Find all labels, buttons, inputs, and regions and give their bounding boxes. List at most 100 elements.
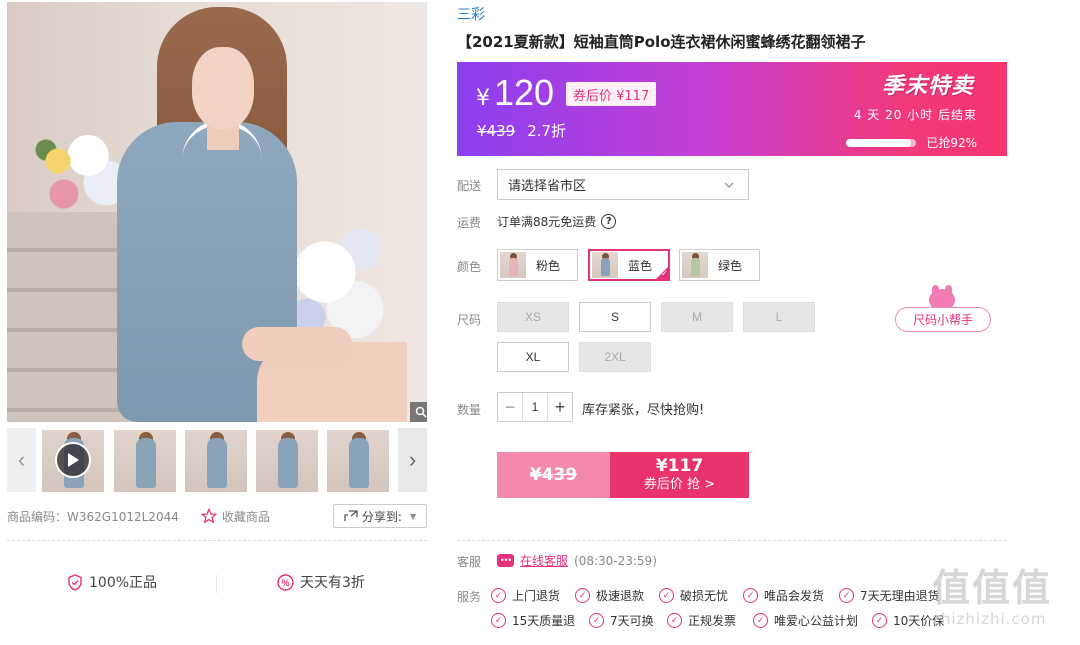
region-select[interactable]: 请选择省市区 [497,169,749,200]
star-icon [200,508,217,524]
divider [7,540,427,541]
service-item: ✓ 15天质量退 [491,612,575,629]
color-option-green[interactable]: 绿色 [679,249,760,281]
percent-icon: % [277,573,294,591]
color-option-blue[interactable]: 蓝色 ✓ [588,249,670,281]
quantity-input[interactable]: 1 [522,393,548,421]
thumbnail[interactable] [327,430,389,492]
favorite-label: 收藏商品 [221,509,270,524]
promise-authentic: 100%正品 [67,572,157,592]
chat-icon: ••• [497,554,514,567]
thumb-prev-button[interactable]: ‹ [7,428,36,492]
service-item: ✓ 7天可换 [589,612,654,629]
service-item: ✓ 唯品会发货 [743,587,824,604]
model-face [192,47,254,129]
chevron-down-icon: ▼ [409,511,417,521]
size-option-s[interactable]: S [579,302,651,332]
buy-price: ¥117 [655,456,704,476]
countdown-timer: 4 天 20 小时 后结束 [853,108,977,122]
buy-original-price: ¥439 [497,452,610,498]
size-option-xs: XS [497,302,569,332]
online-service-link[interactable]: 在线客服 [520,552,568,569]
thumbnail-strip: ‹ › [7,428,427,492]
size-helper-label: 尺码小帮手 [895,307,991,332]
watermark-url: zhizhizhi.com [932,610,1047,628]
check-icon: ✓ [491,613,506,628]
price-banner: ¥ 120 券后价 ¥117 ¥439 2.7折 季末特卖 4 天 20 小时 … [457,62,1007,156]
divider [457,540,1007,541]
service-item: ✓ 极速退款 [575,587,644,604]
current-price: ¥ 120 [476,72,554,114]
plus-button[interactable]: + [548,393,572,421]
brand-link[interactable]: 三彩 [457,4,485,24]
color-label: 颜色 [457,260,482,274]
check-icon: ✓ [659,588,674,603]
check-icon: ✓ [589,613,604,628]
favorite-button[interactable]: 收藏商品 [200,508,270,525]
sold-label: 已抢92% [926,136,977,150]
check-icon: ✓ [753,613,768,628]
size-helper-button[interactable]: 尺码小帮手 [895,285,991,332]
svg-text:%: % [281,578,289,588]
progress-bar [846,138,917,147]
shipping-info: 订单满88元免运费 ? [497,213,617,230]
original-price: ¥439 [477,121,516,140]
play-icon[interactable] [55,442,91,478]
shield-icon [68,573,82,591]
service-item: ✓ 唯爱心公益计划 [753,612,858,629]
size-option-xl[interactable]: XL [497,342,569,372]
buy-action-label: 券后价 抢 > [643,477,716,492]
delivery-label: 配送 [457,179,482,193]
price-value: 120 [494,72,555,113]
check-icon: ✓ [575,588,590,603]
service-item: ✓ 正规发票 [667,612,736,629]
check-icon: ✓ [743,588,758,603]
discount-rate: 2.7折 [527,122,567,140]
minus-button[interactable]: − [498,393,522,421]
currency-symbol: ¥ [476,86,490,111]
zoom-icon[interactable] [410,402,427,422]
model-arm [242,327,352,361]
product-title: 【2021夏新款】短袖直筒Polo连衣裙休闲蜜蜂绣花翻领裙子 [457,33,866,51]
thumbnail[interactable] [114,430,176,492]
thumbnail[interactable] [256,430,318,492]
share-icon [344,510,358,521]
size-option-m: M [661,302,733,332]
share-button[interactable]: 分享到: ▼ [333,504,427,528]
shipping-text: 订单满88元免运费 [497,215,597,229]
share-label: 分享到: [361,509,402,524]
thumb-next-button[interactable]: › [398,428,427,492]
check-icon: ✓ [491,588,506,603]
divider [216,575,217,593]
size-option-2xl: 2XL [579,342,651,372]
customer-service-row: ••• 在线客服 (08:30-23:59) [497,552,657,569]
service-item: ✓ 上门退货 [491,587,560,604]
customer-service-label: 客服 [457,555,482,569]
coupon-price-tag: 券后价 ¥117 [566,82,657,106]
shipping-label: 运费 [457,216,482,230]
promise-label: 天天有3折 [300,575,365,591]
help-icon[interactable]: ? [601,214,617,229]
buy-coupon-action[interactable]: ¥117 券后价 抢 > [610,452,749,498]
sold-progress: 已抢92% [846,134,977,151]
product-meta-row: 商品编码：W362G1012L2044 收藏商品 分享到: ▼ [7,503,427,529]
site-watermark: 值值值 zhizhizhi.com [932,566,1072,636]
color-swatch [592,252,618,278]
service-label: 服务 [457,590,482,604]
region-select-value: 请选择省市区 [508,179,587,194]
quantity-stepper: − 1 + [497,392,573,422]
size-option-l: L [743,302,815,332]
event-title: 季末特卖 [881,74,974,99]
service-item: ✓ 7天无理由退货 [839,587,940,604]
color-option-label: 粉色 [536,258,561,273]
progress-fill [846,138,911,147]
check-icon: ✓ [839,588,854,603]
buy-button[interactable]: ¥439 ¥117 券后价 抢 > [497,452,749,498]
watermark-logo: 值值值 [932,566,1053,610]
color-option-label: 绿色 [718,258,743,273]
color-option-pink[interactable]: 粉色 [497,249,578,281]
promise-label: 100%正品 [89,575,158,591]
main-product-image[interactable] [7,2,427,422]
size-label: 尺码 [457,313,482,327]
thumbnail[interactable] [185,430,247,492]
